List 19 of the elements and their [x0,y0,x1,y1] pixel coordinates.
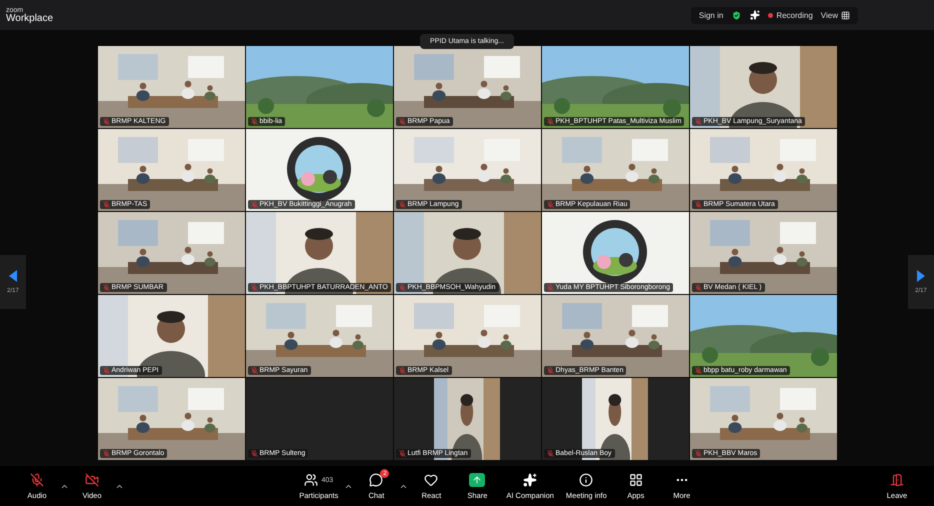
app-title: Workplace [6,14,54,24]
grid-icon [841,10,850,20]
sparkle-icon[interactable] [750,10,760,20]
left-triangle-icon [9,270,17,282]
share-screen-icon [469,473,486,487]
camera-off-icon [85,473,99,487]
right-triangle-icon [917,270,925,282]
sparkle-icon [523,473,538,487]
shield-check-icon [731,10,742,20]
recording-label: Recording [776,10,813,20]
info-icon [579,473,594,487]
people-icon [304,473,318,487]
sign-in-link[interactable]: Sign in [698,10,724,20]
mic-off-icon [30,473,44,487]
apps-icon [628,473,643,487]
view-button[interactable]: View [820,10,838,20]
heart-icon [424,473,438,487]
door-icon [890,473,904,487]
chat-bubble-icon [369,473,384,487]
